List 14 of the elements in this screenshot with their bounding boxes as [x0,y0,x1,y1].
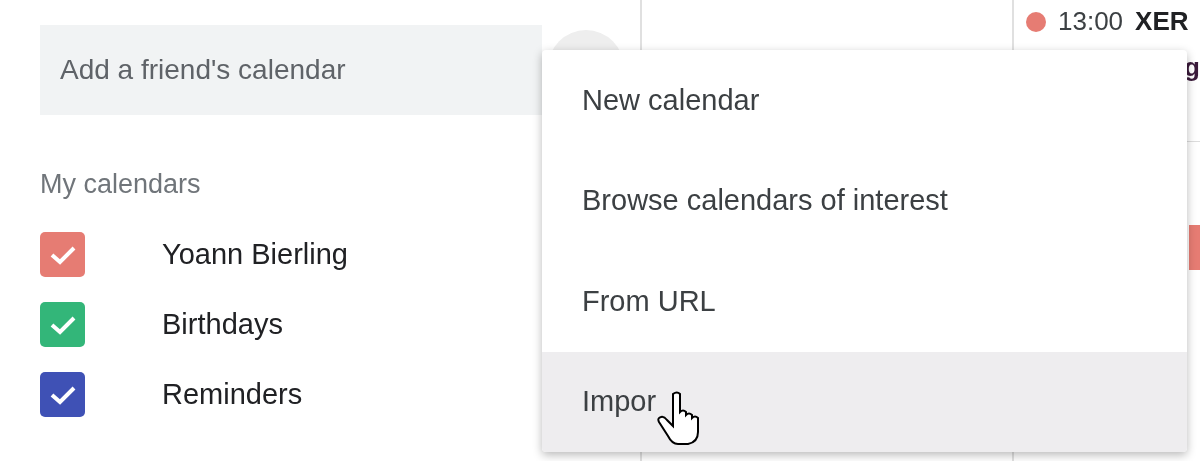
event-time: 13:00 [1058,6,1124,37]
calendar-label: Reminders [162,378,303,411]
calendar-label: Birthdays [162,308,283,341]
calendar-checkbox[interactable] [40,372,85,417]
section-heading: My calendars [40,169,201,200]
calendar-label: Yoann Bierling [162,238,348,271]
menu-item[interactable]: From URL [542,251,1187,352]
menu-item[interactable]: New calendar [542,50,1187,151]
event-title: XER [1135,6,1189,37]
calendar-checkbox[interactable] [40,232,85,277]
calendar-checkbox[interactable] [40,302,85,347]
add-calendar-field[interactable]: Add a friend's calendar [40,25,542,115]
menu-item[interactable]: Impor [542,351,1187,452]
menu-item[interactable]: Browse calendars of interest [542,150,1187,251]
